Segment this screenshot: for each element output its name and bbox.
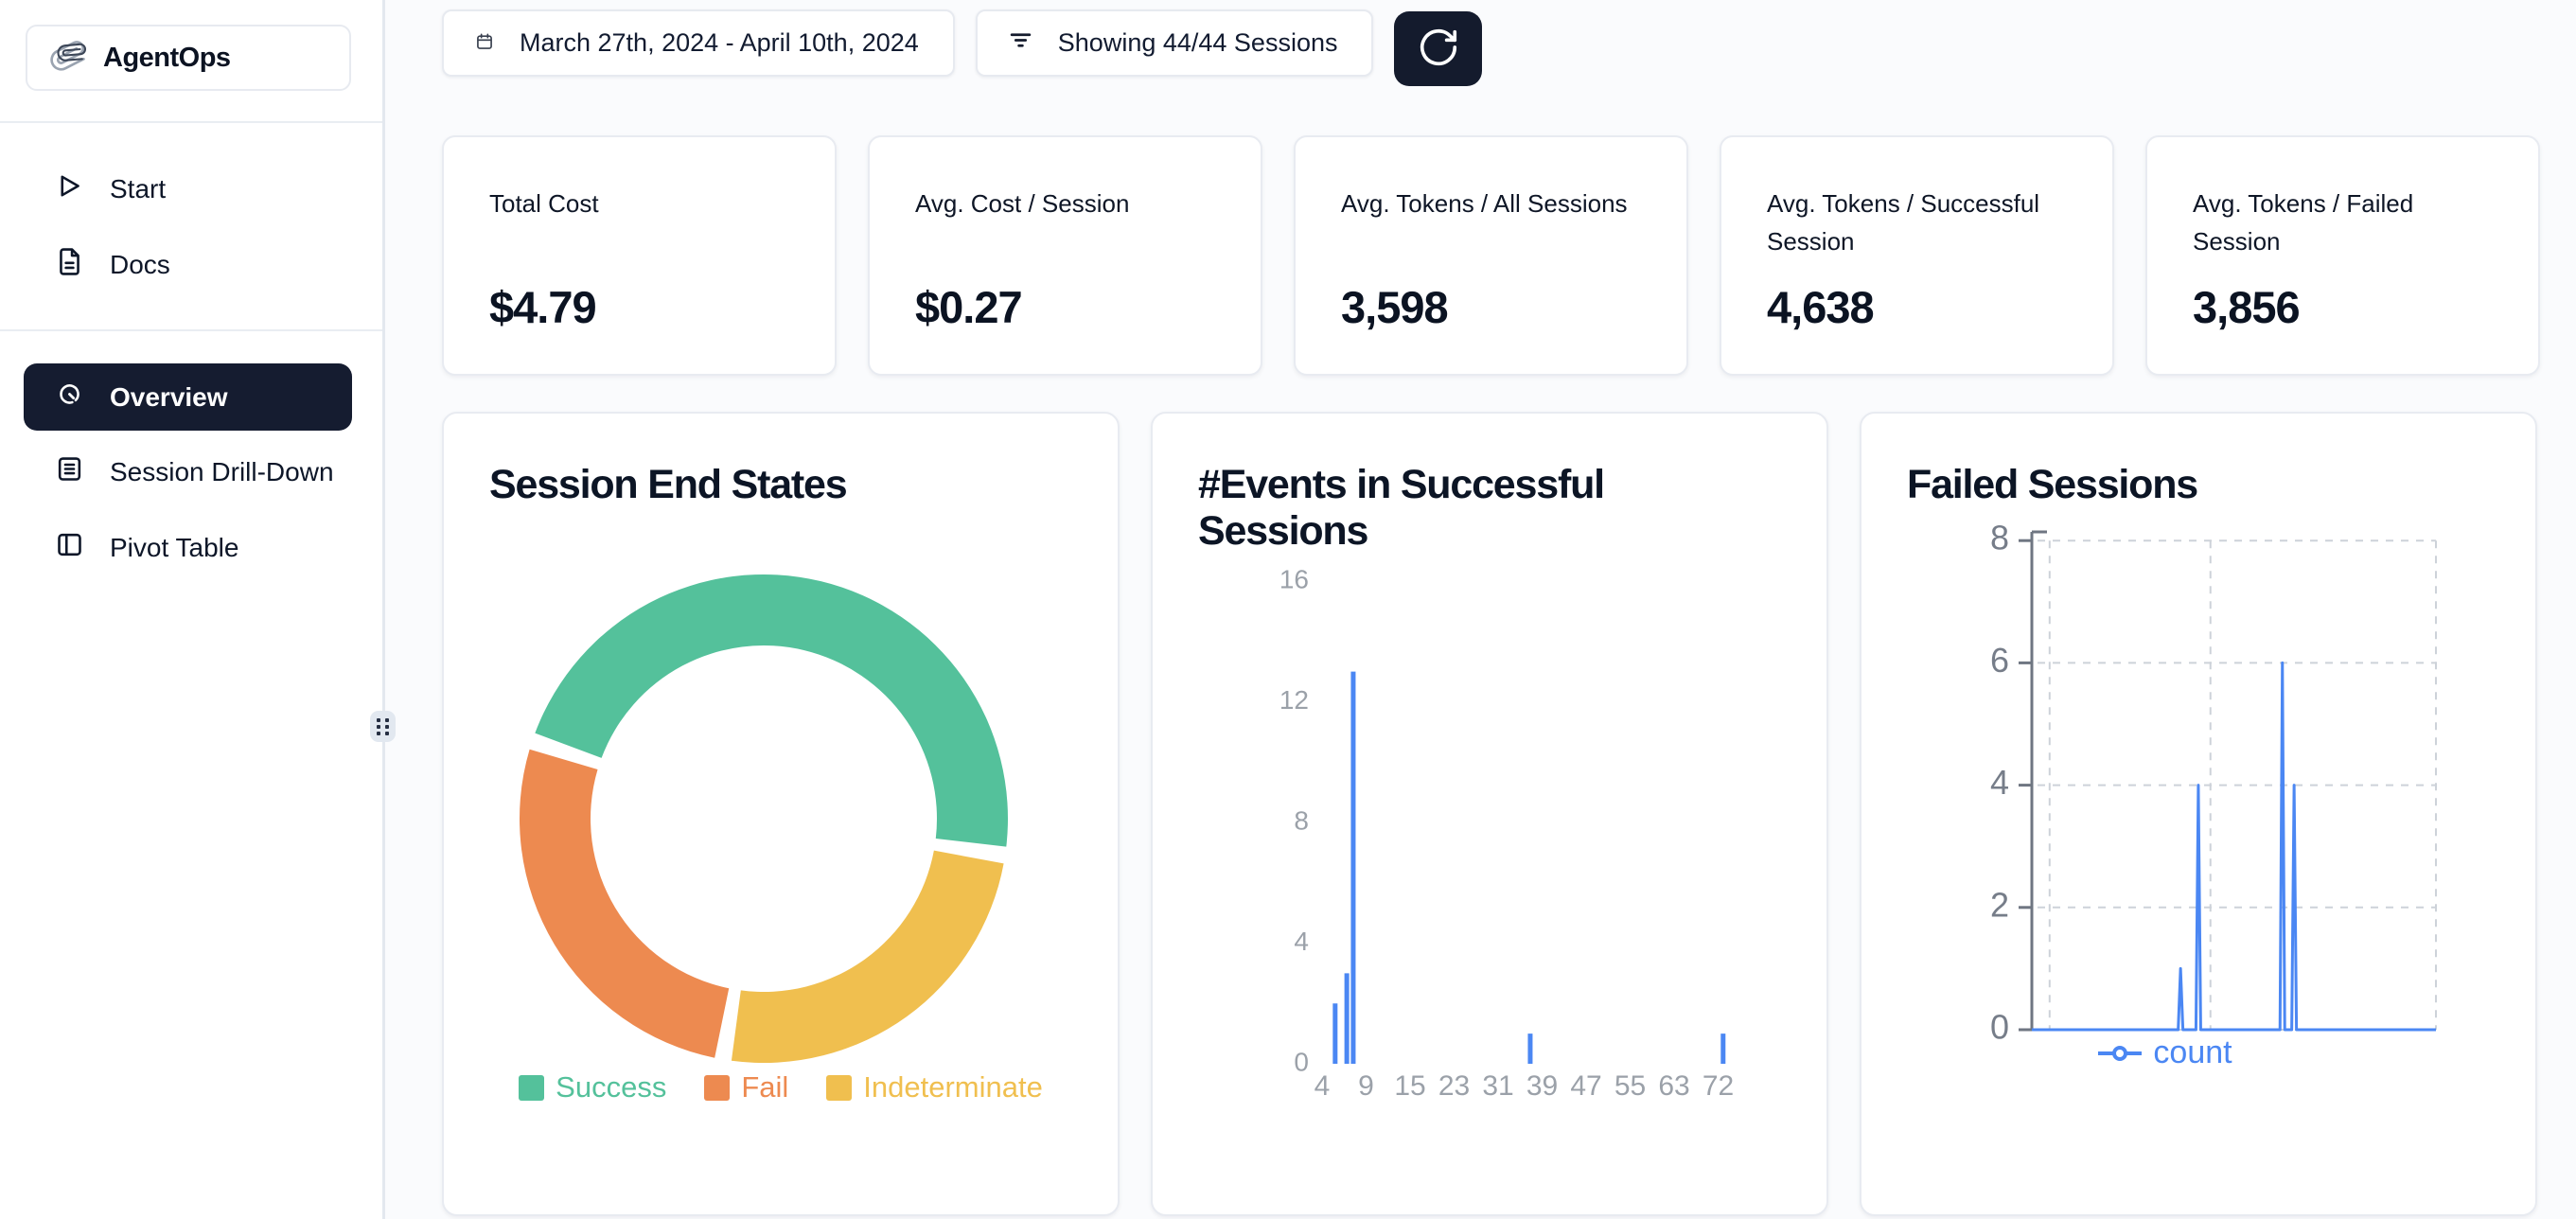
svg-text:4: 4 xyxy=(1314,1070,1331,1102)
sidebar-divider xyxy=(0,121,382,123)
events-histogram-card: #Events in Successful Sessions 048121649… xyxy=(1151,412,1828,1216)
stat-value: 3,598 xyxy=(1341,281,1643,333)
stat-label: Avg. Cost / Session xyxy=(915,185,1210,268)
stat-card-avg-tokens-failed: Avg. Tokens / Failed Session 3,856 xyxy=(2145,135,2540,376)
svg-text:8: 8 xyxy=(1294,805,1309,835)
app-logo[interactable]: AgentOps xyxy=(26,25,351,91)
legend-swatch xyxy=(826,1075,852,1101)
failed-sessions-card: Failed Sessions 02468 count xyxy=(1860,412,2537,1216)
stat-label: Avg. Tokens / All Sessions xyxy=(1341,185,1636,268)
line-marker-icon xyxy=(2098,1043,2142,1064)
legend-swatch xyxy=(704,1075,730,1101)
app-name: AgentOps xyxy=(103,43,231,74)
main-content: March 27th, 2024 - April 10th, 2024 Show… xyxy=(385,0,2576,1219)
svg-text:39: 39 xyxy=(1526,1070,1558,1102)
stat-label: Avg. Tokens / Successful Session xyxy=(1767,185,2062,268)
svg-text:2: 2 xyxy=(1990,885,2009,924)
svg-text:47: 47 xyxy=(1570,1070,1601,1102)
stat-value: $0.27 xyxy=(915,281,1217,333)
svg-text:55: 55 xyxy=(1614,1070,1646,1102)
svg-text:8: 8 xyxy=(1990,519,2009,557)
calendar-icon xyxy=(475,28,494,58)
date-range-label: March 27th, 2024 - April 10th, 2024 xyxy=(520,28,919,58)
session-notes-icon xyxy=(55,454,84,490)
session-end-states-card: Session End States Success Fail Indetermin… xyxy=(442,412,1120,1216)
stat-value: 3,856 xyxy=(2193,281,2495,333)
failed-sessions-line-chart: 02468 xyxy=(1861,414,2535,1214)
svg-text:16: 16 xyxy=(1279,564,1309,593)
sidebar-item-label: Start xyxy=(110,174,166,204)
stat-label: Total Cost xyxy=(489,185,785,268)
legend-label: count xyxy=(2153,1034,2232,1071)
date-range-button[interactable]: March 27th, 2024 - April 10th, 2024 xyxy=(442,9,955,77)
filter-icon xyxy=(1009,28,1032,59)
count-series-legend-item[interactable]: count xyxy=(1860,1034,2502,1071)
chart-title: #Events in Successful Sessions xyxy=(1198,462,1766,555)
sidebar-item-label: Docs xyxy=(110,250,170,280)
legend-label: Indeterminate xyxy=(863,1070,1043,1104)
sidebar-item-docs[interactable]: Docs xyxy=(0,235,382,295)
sidebar-item-session-drill-down[interactable]: Session Drill-Down xyxy=(0,442,382,503)
svg-text:72: 72 xyxy=(1703,1070,1734,1102)
legend-label: Success xyxy=(556,1070,666,1104)
svg-text:63: 63 xyxy=(1658,1070,1689,1102)
refresh-button[interactable] xyxy=(1394,11,1482,86)
sidebar-divider xyxy=(0,329,382,331)
svg-text:4: 4 xyxy=(1990,763,2009,802)
paperclip-logo-icon xyxy=(50,37,88,80)
svg-text:23: 23 xyxy=(1438,1070,1470,1102)
stat-card-avg-tokens-all: Avg. Tokens / All Sessions 3,598 xyxy=(1294,135,1688,376)
svg-text:12: 12 xyxy=(1279,685,1309,715)
sidebar-nav: Start Docs Overview xyxy=(0,159,382,578)
stat-value: 4,638 xyxy=(1767,281,2069,333)
sidebar-resize-handle[interactable] xyxy=(370,711,396,742)
chart-title: Failed Sessions xyxy=(1907,462,2197,508)
document-icon xyxy=(55,247,84,283)
stat-card-avg-cost-session: Avg. Cost / Session $0.27 xyxy=(868,135,1262,376)
svg-text:15: 15 xyxy=(1394,1070,1425,1102)
legend-item-fail[interactable]: Fail xyxy=(704,1070,788,1104)
stat-card-avg-tokens-successful: Avg. Tokens / Successful Session 4,638 xyxy=(1720,135,2114,376)
play-icon xyxy=(55,171,84,207)
sidebar-item-label: Session Drill-Down xyxy=(110,457,334,487)
session-filter-button[interactable]: Showing 44/44 Sessions xyxy=(976,9,1374,77)
sidebar-item-pivot-table[interactable]: Pivot Table xyxy=(0,518,382,578)
panel-left-icon xyxy=(55,530,84,566)
svg-text:6: 6 xyxy=(1990,641,2009,680)
stat-value: $4.79 xyxy=(489,281,791,333)
legend-swatch xyxy=(519,1075,544,1101)
svg-text:0: 0 xyxy=(1294,1047,1309,1076)
svg-text:4: 4 xyxy=(1294,927,1309,956)
gauge-icon xyxy=(55,380,84,415)
chart-cards-row: Session End States Success Fail Indetermin… xyxy=(442,412,2540,1216)
stat-card-total-cost: Total Cost $4.79 xyxy=(442,135,837,376)
sidebar-item-label: Overview xyxy=(110,382,228,413)
stat-label: Avg. Tokens / Failed Session xyxy=(2193,185,2488,268)
refresh-icon xyxy=(1417,26,1460,72)
sidebar-item-overview[interactable]: Overview xyxy=(24,363,352,431)
legend-item-indeterminate[interactable]: Indeterminate xyxy=(826,1070,1043,1104)
topbar: March 27th, 2024 - April 10th, 2024 Show… xyxy=(442,9,2540,86)
svg-text:9: 9 xyxy=(1358,1070,1374,1102)
stat-cards-row: Total Cost $4.79 Avg. Cost / Session $0.… xyxy=(442,135,2540,376)
sidebar-item-label: Pivot Table xyxy=(110,533,238,563)
legend-item-success[interactable]: Success xyxy=(519,1070,666,1104)
chart-title: Session End States xyxy=(489,462,846,508)
sidebar: AgentOps Start Docs xyxy=(0,0,385,1219)
legend-label: Fail xyxy=(741,1070,788,1104)
sidebar-item-start[interactable]: Start xyxy=(0,159,382,220)
svg-text:31: 31 xyxy=(1482,1070,1513,1102)
session-filter-label: Showing 44/44 Sessions xyxy=(1058,28,1338,58)
donut-legend: Success Fail Indeterminate xyxy=(444,1070,1118,1104)
